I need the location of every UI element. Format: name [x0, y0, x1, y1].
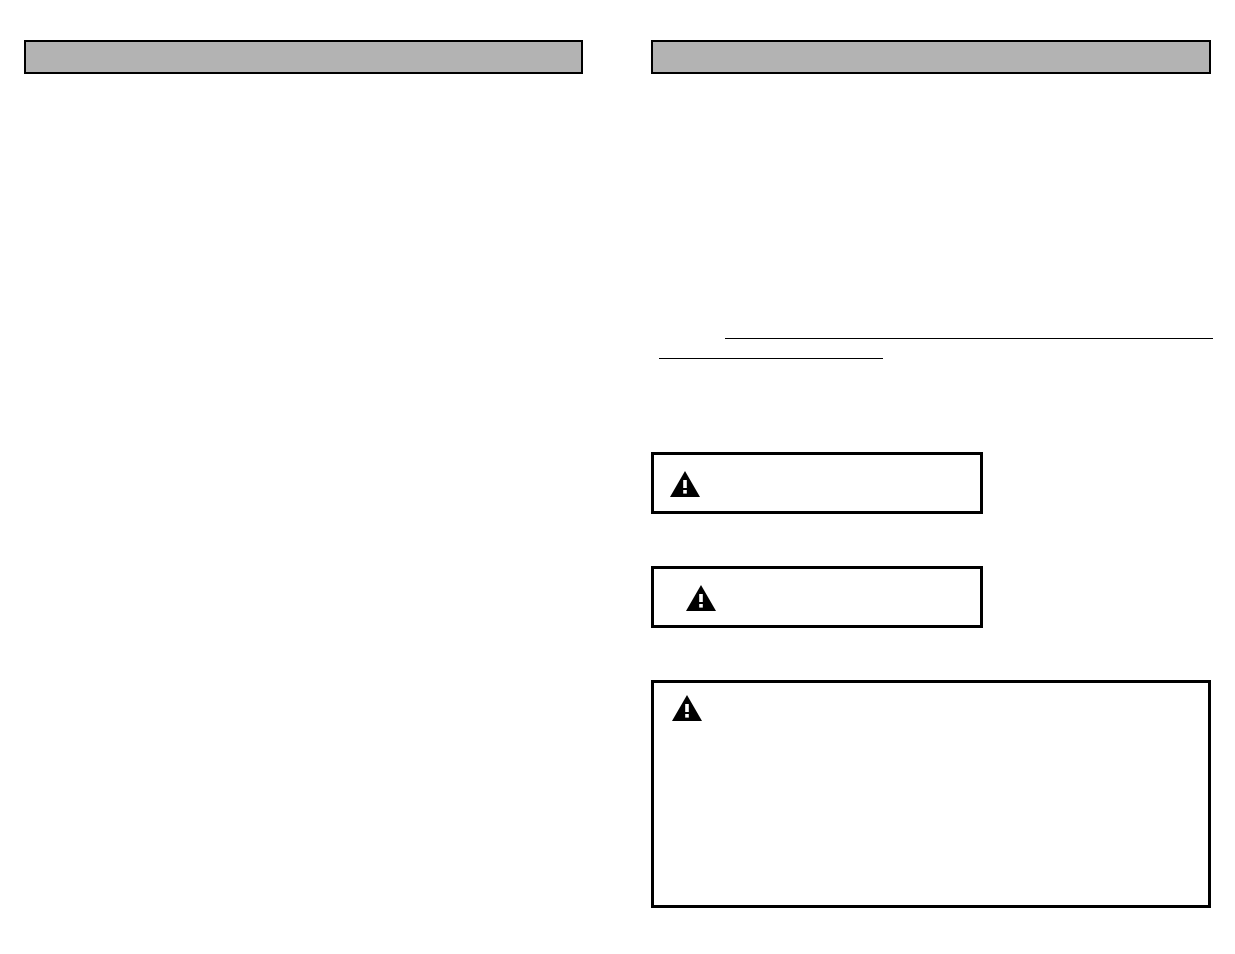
right-column [651, 40, 1211, 944]
page-columns [24, 40, 1211, 944]
warning-triangle-icon [686, 585, 716, 611]
warning-triangle-icon [670, 471, 700, 497]
alert-box-3 [651, 680, 1211, 908]
underlined-text-line-1 [725, 338, 1213, 339]
underlined-text-line-2 [659, 358, 883, 359]
warning-triangle-icon [672, 695, 702, 721]
left-section-header [24, 40, 583, 74]
alert-box-2 [651, 566, 983, 628]
right-section-header [651, 40, 1211, 74]
left-body-area [24, 74, 583, 944]
left-column [24, 40, 583, 944]
alert-boxes-group [651, 452, 1211, 908]
alert-box-1 [651, 452, 983, 514]
